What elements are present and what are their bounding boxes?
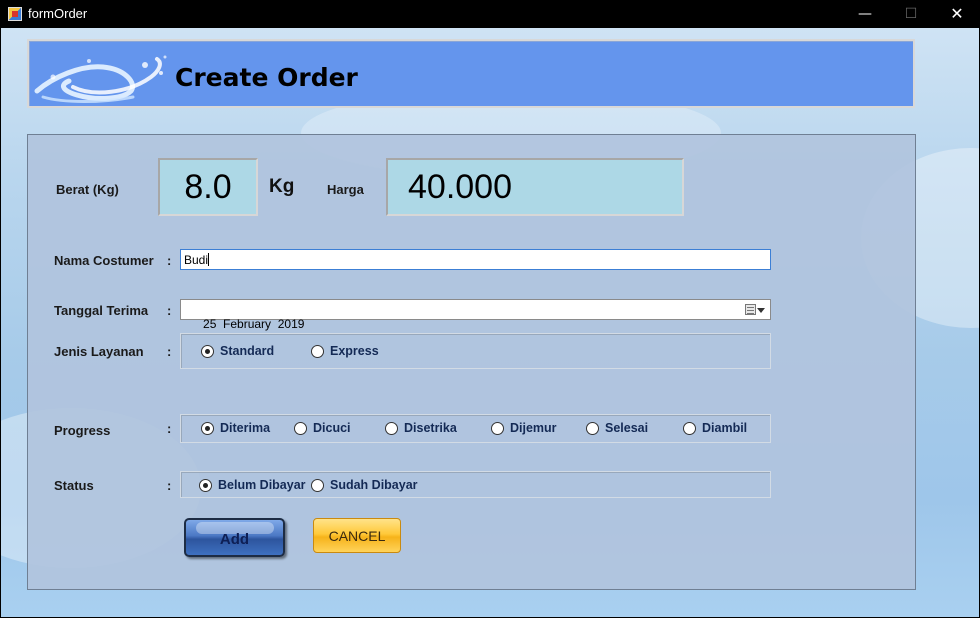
- date-received-label: Tanggal Terima: [54, 303, 149, 318]
- price-label: Harga: [327, 182, 364, 197]
- water-splash-icon: [34, 55, 167, 103]
- close-button[interactable]: ✕: [934, 0, 980, 28]
- customer-name-input[interactable]: Budi: [180, 249, 771, 270]
- weight-unit-label: Kg: [269, 176, 295, 197]
- radio-label: Diambil: [702, 421, 748, 435]
- cancel-button-label: CANCEL: [328, 527, 386, 544]
- header-banner: Create Order: [27, 39, 915, 108]
- cancel-button[interactable]: CANCEL: [313, 518, 401, 553]
- customer-name-value: Budi: [184, 253, 209, 267]
- date-received-value: 25 February 2019: [203, 317, 305, 331]
- radio-selesai[interactable]: Selesai: [586, 420, 648, 436]
- radio-standard[interactable]: Standard: [201, 343, 274, 359]
- add-button[interactable]: Add: [184, 518, 285, 557]
- date-received-picker[interactable]: 25 February 2019: [180, 299, 771, 331]
- radio-diambil[interactable]: Diambil: [683, 420, 747, 436]
- service-type-label: Jenis Layanan: [54, 344, 144, 359]
- radio-label: Express: [330, 344, 379, 358]
- page-title: Create Order: [175, 63, 358, 92]
- radio-dot[interactable]: [683, 421, 696, 435]
- order-form-panel: Berat (Kg) 8.0 Kg Harga 40.000 Nama Cost…: [27, 134, 916, 590]
- radio-dot-selected[interactable]: [199, 478, 212, 492]
- progress-colon: :: [167, 421, 172, 436]
- weight-display: 8.0: [158, 158, 258, 216]
- radio-express[interactable]: Express: [311, 343, 379, 359]
- radio-sudah-dibayar[interactable]: Sudah Dibayar: [311, 477, 418, 493]
- radio-dicuci[interactable]: Dicuci: [294, 420, 351, 436]
- maximize-button[interactable]: ☐: [888, 0, 934, 28]
- radio-disetrika[interactable]: Disetrika: [385, 420, 457, 436]
- calendar-icon[interactable]: [745, 304, 756, 315]
- window-title: formOrder: [28, 6, 88, 21]
- radio-diterima[interactable]: Diterima: [201, 420, 270, 436]
- status-colon: :: [167, 478, 172, 493]
- title-bar: formOrder — ☐ ✕: [0, 0, 980, 28]
- radio-label: Belum Dibayar: [218, 478, 306, 492]
- radio-dot[interactable]: [311, 478, 324, 492]
- date-colon: :: [167, 303, 172, 318]
- customer-colon: :: [167, 253, 172, 268]
- status-group: Belum Dibayar Sudah Dibayar: [180, 471, 771, 498]
- progress-group: Diterima Dicuci Disetrika Dijemur Selesa…: [180, 414, 771, 443]
- weight-label: Berat (Kg): [56, 182, 119, 197]
- progress-label: Progress: [54, 423, 111, 438]
- radio-dot-selected[interactable]: [201, 344, 214, 358]
- radio-dot[interactable]: [294, 421, 307, 435]
- radio-label: Sudah Dibayar: [330, 478, 418, 492]
- radio-dot[interactable]: [491, 421, 504, 435]
- radio-dijemur[interactable]: Dijemur: [491, 420, 557, 436]
- customer-name-label: Nama Costumer: [54, 253, 154, 268]
- chevron-down-icon[interactable]: [757, 308, 765, 313]
- radio-dot[interactable]: [311, 344, 324, 358]
- service-colon: :: [167, 344, 172, 359]
- status-label: Status: [54, 478, 94, 493]
- add-button-label: Add: [219, 530, 250, 548]
- radio-label: Disetrika: [404, 421, 457, 435]
- service-type-group: Standard Express: [180, 333, 771, 369]
- form-client-area: Create Order Berat (Kg) 8.0 Kg Harga 40.…: [1, 28, 979, 617]
- radio-dot[interactable]: [586, 421, 599, 435]
- radio-label: Standard: [220, 344, 275, 358]
- text-caret: [208, 253, 210, 266]
- radio-belum-dibayar[interactable]: Belum Dibayar: [199, 477, 306, 493]
- radio-label: Dicuci: [313, 421, 351, 435]
- price-display: 40.000: [386, 158, 684, 216]
- radio-dot-selected[interactable]: [201, 421, 214, 435]
- app-icon[interactable]: [8, 7, 22, 21]
- radio-label: Diterima: [220, 421, 271, 435]
- radio-label: Selesai: [605, 421, 649, 435]
- radio-label: Dijemur: [510, 421, 557, 435]
- radio-dot[interactable]: [385, 421, 398, 435]
- minimize-button[interactable]: —: [842, 0, 888, 28]
